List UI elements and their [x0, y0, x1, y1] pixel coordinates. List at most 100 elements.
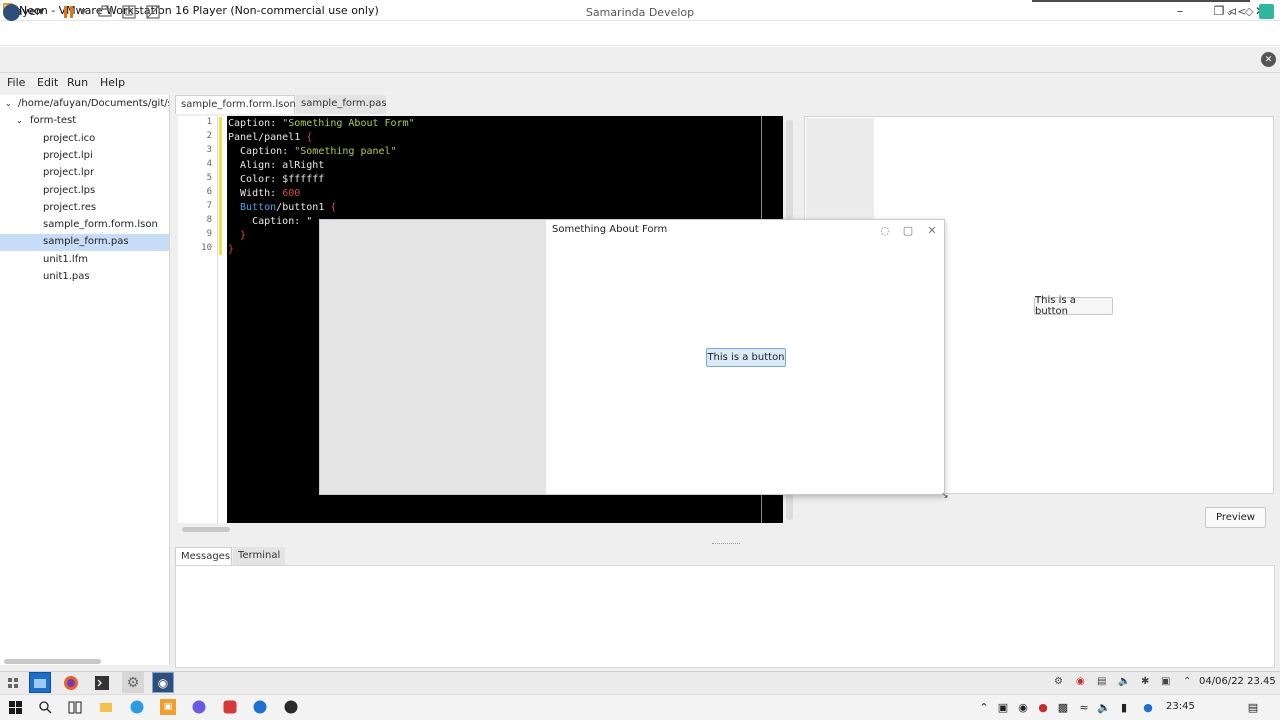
tree-root-folder[interactable]: ⌄ /home/afuyan/Documents/git/sa: [0, 96, 169, 113]
form-sample-button[interactable]: This is a button: [706, 348, 786, 367]
resize-cursor-icon[interactable]: ↘: [941, 491, 951, 501]
settings-tray-icon[interactable]: ⚙: [1054, 676, 1063, 687]
form-close-button[interactable]: ✕: [924, 222, 940, 238]
line-number: 3: [206, 145, 212, 155]
maps-icon[interactable]: [252, 699, 268, 715]
menu-edit[interactable]: Edit: [37, 76, 58, 89]
tree-file-selected[interactable]: sample_form.pas: [0, 234, 169, 251]
tree-file[interactable]: project.ico: [0, 131, 169, 148]
form-window-title: Something About Form: [552, 224, 668, 235]
tree-item-label: project.res: [43, 202, 97, 213]
code-token: /button1: [276, 202, 331, 213]
obs-icon[interactable]: [283, 699, 299, 715]
keep-above-icon[interactable]: ◇: [1245, 5, 1253, 18]
tab-messages[interactable]: Messages: [175, 547, 232, 565]
code-line: Align: alRight: [228, 160, 325, 171]
menu-help[interactable]: Help: [100, 76, 125, 89]
tree-file[interactable]: unit1.pas: [0, 269, 169, 286]
code-token: 600: [282, 188, 301, 199]
settings-icon[interactable]: ⚙: [122, 672, 144, 693]
network-icon[interactable]: ▣: [1161, 676, 1170, 687]
file-manager-icon[interactable]: [29, 672, 51, 693]
tree-file[interactable]: sample_form.form.lson: [0, 217, 169, 234]
chevron-up-icon[interactable]: ⌃: [976, 699, 992, 715]
line-number: 4: [206, 159, 212, 169]
tree-file[interactable]: project.lpi: [0, 148, 169, 165]
menu-run[interactable]: Run: [67, 76, 88, 89]
code-line: }: [228, 244, 235, 255]
vivaldi-icon[interactable]: [222, 699, 238, 715]
volume-icon[interactable]: 🔈: [1118, 676, 1130, 687]
code-token: Width:: [228, 188, 283, 199]
file-tree: ⌄ /home/afuyan/Documents/git/sa ⌄ form-t…: [0, 95, 170, 665]
code-token: {: [306, 132, 313, 143]
windows-start-icon[interactable]: [7, 699, 23, 715]
tree-item-label: unit1.lfm: [43, 254, 88, 265]
chevron-up-icon[interactable]: ⌃: [1183, 676, 1191, 687]
line-number: 5: [206, 173, 212, 183]
code-line: Width: 600: [228, 187, 300, 201]
code-token: {: [330, 202, 337, 213]
app-title: Samarinda Develop: [585, 6, 695, 19]
tree-item-label: /home/afuyan/Documents/git/sa: [18, 98, 169, 109]
tree-item-label: unit1.pas: [43, 271, 90, 282]
edge-icon[interactable]: ●: [1140, 699, 1156, 715]
tab-sample-form-pas[interactable]: sample_form.pas: [296, 95, 387, 114]
modified-lines-marker: [219, 117, 222, 255]
close-icon: ✕: [1264, 54, 1273, 65]
tree-item-label: project.lps: [43, 185, 96, 196]
form-maximize-button[interactable]: ▢: [900, 222, 916, 238]
code-line: Panel/panel1 {: [228, 131, 312, 145]
tree-horizontal-scrollbar[interactable]: [4, 659, 101, 664]
wifi-icon[interactable]: ≈: [1076, 699, 1092, 715]
editor-horizontal-scrollbar[interactable]: [182, 527, 230, 532]
form-minimize-button[interactable]: ◌: [877, 222, 893, 238]
app-close-button[interactable]: ✕: [1261, 52, 1276, 67]
battery-icon[interactable]: ▮: [1116, 699, 1132, 715]
tab-terminal[interactable]: Terminal: [233, 547, 285, 565]
line-number: 10: [201, 243, 212, 253]
camera-icon[interactable]: ◉: [1015, 699, 1031, 715]
speaker-icon[interactable]: 🔈: [1096, 699, 1112, 715]
editor-tabs: sample_form.form.lson sample_form.pas: [175, 95, 795, 114]
panel-splitter[interactable]: [712, 543, 740, 546]
tree-folder-form-test[interactable]: ⌄ form-test: [0, 113, 169, 130]
notification-icon[interactable]: ◉: [1076, 676, 1085, 687]
discord-icon[interactable]: [191, 699, 207, 715]
tab-sample-form-lson[interactable]: sample_form.form.lson: [175, 95, 296, 114]
tree-item-label: project.lpi: [43, 150, 93, 161]
clipboard-icon[interactable]: ▤: [1097, 676, 1106, 687]
telegram-icon[interactable]: [129, 699, 145, 715]
line-number: 7: [206, 201, 212, 211]
preview-button[interactable]: Preview: [1205, 507, 1266, 528]
tree-file[interactable]: project.lps: [0, 183, 169, 200]
usb-icon[interactable]: ▩: [1055, 699, 1071, 715]
app-launcher-icon[interactable]: [2, 672, 24, 693]
file-explorer-icon[interactable]: [98, 699, 114, 715]
preview-sample-button[interactable]: This is a button: [1034, 295, 1113, 317]
bluetooth-icon[interactable]: ✱: [1141, 676, 1149, 687]
chevron-down-icon[interactable]: ⌄: [1225, 5, 1234, 18]
task-view-icon[interactable]: [67, 699, 83, 715]
maximize-icon: ▢: [902, 223, 914, 237]
vmware-taskbar-icon[interactable]: ▣: [160, 699, 176, 715]
tree-file[interactable]: unit1.lfm: [0, 252, 169, 269]
search-icon[interactable]: [37, 699, 53, 715]
tree-file[interactable]: project.lpr: [0, 165, 169, 182]
menu-file[interactable]: File: [7, 76, 25, 89]
guest-clock[interactable]: 04/06/22 23.45: [1199, 676, 1276, 687]
firefox-icon[interactable]: [60, 672, 82, 693]
antivirus-icon[interactable]: ●: [1035, 699, 1051, 715]
notification-center-icon[interactable]: ▤: [1245, 699, 1261, 715]
terminal-icon[interactable]: [91, 672, 113, 693]
menu-bar: [0, 73, 1280, 93]
messages-panel: [175, 565, 1275, 668]
tree-file[interactable]: project.res: [0, 200, 169, 217]
display-icon[interactable]: ▣: [995, 699, 1011, 715]
loading-icon: ◌: [880, 223, 890, 237]
app-header: [0, 47, 1280, 73]
host-clock[interactable]: 23:45: [1166, 701, 1195, 712]
tree-item-label: sample_form.pas: [43, 236, 129, 247]
samarinda-app-icon[interactable]: ◉: [152, 672, 174, 693]
line-number: 9: [206, 229, 212, 239]
